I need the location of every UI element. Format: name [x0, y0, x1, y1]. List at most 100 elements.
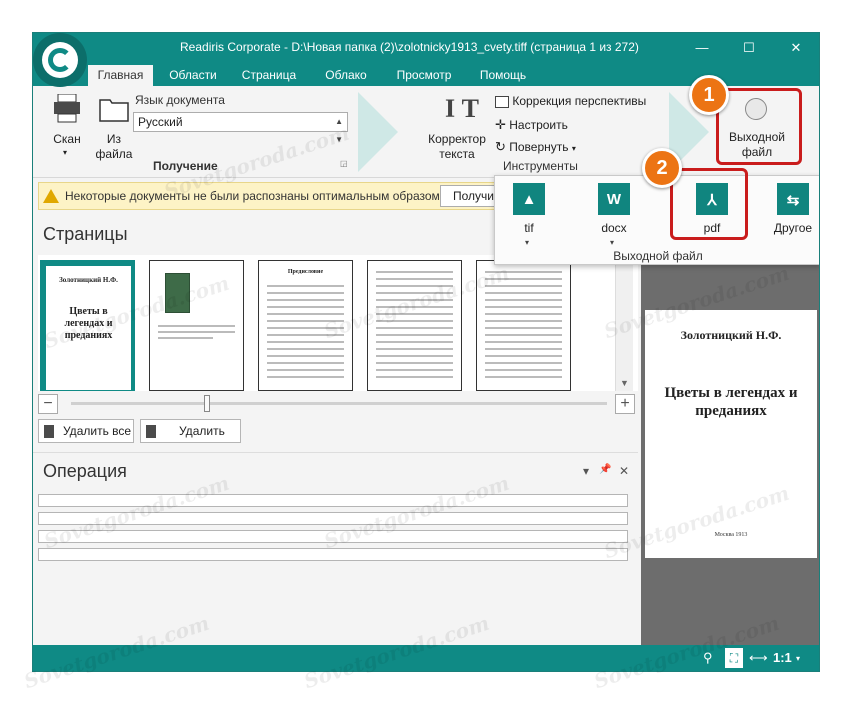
highlight-output-file: [716, 88, 802, 165]
zoom-caret-icon[interactable]: ▾: [796, 654, 800, 663]
doc-language-select[interactable]: Русский ▲ ▼: [133, 112, 348, 144]
format-docx-caret-icon: ▾: [610, 238, 615, 247]
preview-title: Цветы в легендах и преданиях: [664, 385, 798, 419]
operation-panel-title: Операция: [43, 461, 127, 481]
operation-progress-2: [38, 512, 628, 525]
thumbnail-size-slider[interactable]: [71, 402, 607, 405]
text-cursor-icon: Ι T: [445, 94, 479, 123]
from-file-label-1: Из: [106, 132, 122, 146]
tab-help[interactable]: Помощь: [468, 65, 538, 86]
fit-page-icon[interactable]: ⛶: [725, 648, 743, 668]
from-file-button[interactable]: Из файла: [91, 94, 137, 164]
delete-label: Удалить: [179, 424, 225, 438]
thumbnail-zoom-row: − +: [38, 393, 638, 415]
adjust-icon: ✛: [495, 117, 506, 132]
notification-button[interactable]: Получить: [440, 185, 500, 207]
operation-panel: Операция ▾ 📌 ✕: [33, 452, 638, 645]
page-thumb-2[interactable]: [149, 260, 244, 391]
scanner-icon: [54, 94, 80, 123]
pages-panel-title: Страницы: [43, 224, 128, 244]
tab-home[interactable]: Главная: [88, 65, 153, 86]
output-format-dropdown: ▲ tif ▾ W docx ▾ ⅄ pdf ⇆ Другое Выходной…: [494, 175, 819, 265]
rotate-button[interactable]: ↻ Повернуть ▾: [495, 139, 615, 157]
word-icon: W: [598, 183, 630, 215]
notification-text: Некоторые документы не были распознаны о…: [65, 189, 444, 203]
scan-caret-icon: ▾: [63, 148, 68, 157]
page-thumb-1[interactable]: Золотницкий Н.Ф. Цветы в легендах и пред…: [40, 260, 135, 391]
zoom-in-button[interactable]: +: [615, 394, 635, 414]
zoom-out-button[interactable]: −: [38, 394, 58, 414]
tab-page[interactable]: Страница: [233, 65, 305, 86]
fit-width-icon[interactable]: ⟷: [749, 650, 768, 666]
text-corrector-button[interactable]: Ι T Корректор текста: [427, 94, 487, 164]
step-badge-2: 2: [642, 148, 682, 188]
format-other-label: Другое: [773, 221, 813, 235]
group-launcher-icon[interactable]: ◲: [340, 159, 348, 168]
scan-button[interactable]: Скан ▾: [43, 94, 91, 164]
chevron-down-icon: ▲ ▼: [335, 117, 343, 144]
format-docx-label: docx: [601, 221, 627, 235]
doc-language-value: Русский: [138, 115, 183, 129]
delete-button[interactable]: Удалить: [140, 419, 241, 443]
maximize-button[interactable]: ☐: [732, 33, 766, 62]
slider-handle[interactable]: [203, 395, 210, 412]
close-button[interactable]: ✕: [779, 33, 813, 62]
thumb1-title: Цветы в легендах и преданиях: [64, 306, 113, 341]
trash-icon: [146, 425, 156, 438]
minimize-button[interactable]: —: [685, 33, 719, 62]
book-cover-image: [165, 273, 190, 313]
operation-progress-3: [38, 530, 628, 543]
folder-icon: [99, 99, 129, 122]
text-corrector-label-2: текста: [439, 147, 475, 161]
scroll-down-icon[interactable]: ▼: [620, 378, 629, 388]
tab-zones[interactable]: Области: [158, 65, 228, 86]
zoom-ratio[interactable]: 1:1: [773, 650, 792, 665]
tab-cloud[interactable]: Облако: [313, 65, 379, 86]
swap-arrows-icon: ⇆: [777, 183, 809, 215]
page-thumb-5[interactable]: [476, 260, 571, 391]
format-tif-label: tif: [524, 221, 534, 235]
thumbnails-scrollbar[interactable]: ▼: [615, 255, 633, 391]
perspective-label: Коррекция перспективы: [512, 94, 647, 108]
format-other-button[interactable]: ⇆ Другое: [767, 183, 819, 247]
adjust-label: Настроить: [509, 118, 568, 132]
adjust-button[interactable]: ✛ Настроить: [495, 117, 615, 135]
tif-image-icon: ▲: [513, 183, 545, 215]
preview-author: Золотницкий Н.Ф.: [680, 328, 782, 342]
step-chevron-1: [358, 92, 398, 172]
rotate-label: Повернуть: [509, 140, 569, 154]
tab-view[interactable]: Просмотр: [386, 65, 462, 86]
text-corrector-label-1: Корректор: [428, 132, 486, 146]
highlight-pdf: [670, 168, 748, 240]
preview-footer: Москва 1913: [714, 532, 748, 538]
app-window: Readiris Corporate - D:\Новая папка (2)\…: [32, 32, 820, 672]
title-bar: Readiris Corporate - D:\Новая папка (2)\…: [33, 33, 819, 62]
page-thumb-3[interactable]: Предисловие: [258, 260, 353, 391]
perspective-icon: [495, 95, 509, 108]
step-badge-1: 1: [689, 75, 729, 115]
panel-menu-icon[interactable]: ▾: [583, 464, 589, 478]
operation-progress-1: [38, 494, 628, 507]
readiris-logo-icon: [33, 33, 87, 87]
format-docx-button[interactable]: W docx ▾: [588, 183, 640, 247]
format-tif-caret-icon: ▾: [525, 238, 530, 247]
output-file-group-label: Выходной файл: [613, 249, 703, 263]
thumb1-author: Золотницкий Н.Ф.: [59, 276, 118, 284]
trash-icon: [44, 425, 54, 438]
panel-close-icon[interactable]: ✕: [619, 464, 629, 478]
group-tools-label: Инструменты: [503, 159, 578, 173]
delete-all-label: Удалить все: [63, 424, 132, 438]
warning-icon: [43, 189, 59, 203]
format-tif-button[interactable]: ▲ tif ▾: [503, 183, 555, 247]
status-bar: ⚲ ⛶ ⟷ 1:1 ▾: [33, 645, 819, 671]
from-file-label-2: файла: [95, 147, 133, 161]
page-thumbnails: Золотницкий Н.Ф. Цветы в легендах и пред…: [38, 255, 638, 391]
pin-icon[interactable]: 📌: [599, 464, 611, 475]
group-acquire-label: Получение: [153, 159, 218, 173]
search-icon[interactable]: ⚲: [703, 650, 713, 666]
window-title: Readiris Corporate - D:\Новая папка (2)\…: [180, 40, 639, 54]
delete-all-button[interactable]: Удалить все: [38, 419, 134, 443]
scan-label: Скан: [53, 132, 81, 146]
page-thumb-4[interactable]: [367, 260, 462, 391]
perspective-correction-button[interactable]: Коррекция перспективы: [495, 94, 655, 112]
